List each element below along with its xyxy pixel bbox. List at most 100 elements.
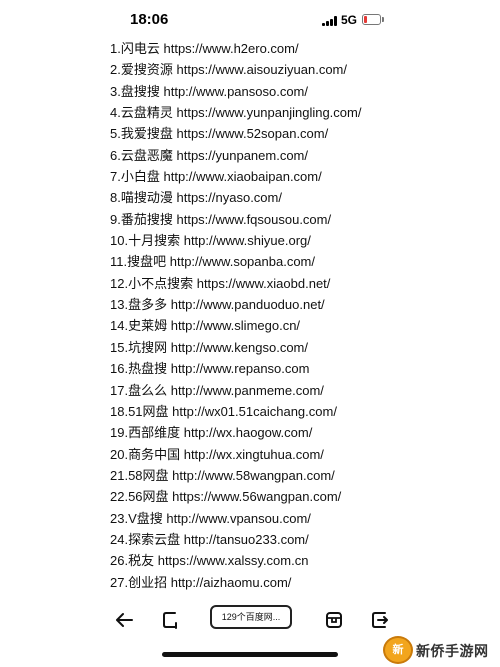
list-item: 6.云盘恶魔 https://yunpanem.com/ [110,145,361,166]
site-name: 税友 [128,553,155,569]
list-item: 5.我爱搜盘 https://www.52sopan.com/ [110,123,361,144]
site-name: 搜盘吧 [127,254,167,270]
watermark: 新 新侨手游网 [383,636,500,664]
status-bar: 18:06 5G [0,0,500,40]
site-name: 我爱搜盘 [120,126,173,142]
item-number: 11. [110,254,128,270]
list-item: 21.58网盘 http://www.58wangpan.com/ [110,465,361,486]
site-url: https://yunpanem.com/ [176,147,308,163]
site-name: 盘搜搜 [120,83,160,99]
item-number: 4. [110,105,121,121]
list-item: 18.51网盘 http://wx01.51caichang.com/ [110,401,361,422]
site-url: http://www.pansoso.com/ [163,83,308,99]
list-item: 13.盘多多 http://www.panduoduo.net/ [110,294,361,315]
arrow-left-icon [116,613,133,627]
item-number: 19. [110,425,129,441]
site-url: https://www.aisouziyuan.com/ [176,62,348,78]
site-url: http://wx.haogow.com/ [183,425,313,441]
list-item: 20.商务中国 http://wx.xingtuhua.com/ [110,444,361,465]
list-item: 24.探索云盘 http://tansuo233.com/ [110,529,361,550]
site-name: 热盘搜 [128,361,168,377]
site-url: http://www.repanso.com [170,361,310,377]
list-item: 4.云盘精灵 https://www.yunpanjingling.com/ [110,102,361,123]
watermark-logo: 新 [383,636,413,664]
site-name: 爱搜资源 [120,62,173,78]
site-url: http://www.panmeme.com/ [170,382,324,398]
item-number: 16. [110,361,129,377]
item-number: 20. [110,446,129,462]
share-icon [372,612,388,628]
list-item: 11.搜盘吧 http://www.sopanba.com/ [110,251,361,272]
site-url: http://tansuo233.com/ [183,531,309,547]
site-name: 坑搜网 [128,339,168,355]
list-item: 19.西部维度 http://wx.haogow.com/ [110,422,361,443]
site-name: 小白盘 [120,169,160,185]
item-number: 5. [110,126,121,142]
item-number: 7. [110,169,121,185]
site-list: 1.闪电云 https://www.h2ero.com/2.爱搜资源 https… [110,38,361,593]
share-button[interactable] [366,606,394,634]
site-url: http://wx01.51caichang.com/ [172,403,337,419]
list-item: 2.爱搜资源 https://www.aisouziyuan.com/ [110,59,361,80]
network-type: 5G [341,13,358,27]
item-number: 22. [110,489,129,505]
list-item: 8.喵搜动漫 https://nyaso.com/ [110,187,361,208]
site-url: https://www.56wangpan.com/ [172,489,342,505]
site-name: 51网盘 [128,403,169,419]
list-item: 16.热盘搜 http://www.repanso.com [110,358,361,379]
site-name: 喵搜动漫 [120,190,173,206]
site-name: 探索云盘 [128,531,181,547]
site-url: http://www.shiyue.org/ [183,233,311,249]
item-number: 15. [110,339,129,355]
box-button[interactable] [320,606,348,634]
site-name: 十月搜索 [128,233,181,249]
item-number: 18. [110,403,129,419]
item-number: 6. [110,147,121,163]
watermark-text: 新侨手游网 [416,644,489,660]
list-item: 14.史莱姆 http://www.slimego.cn/ [110,315,361,336]
list-item: 26.税友 https://www.xalssy.com.cn [110,550,361,571]
item-number: 14. [110,318,129,334]
item-number: 21. [110,467,129,483]
list-item: 15.坑搜网 http://www.kengso.com/ [110,337,361,358]
list-item: 27.创业招 http://aizhaomu.com/ [110,572,361,593]
site-url: https://www.52sopan.com/ [176,126,329,142]
site-name: 番茄搜搜 [120,211,173,227]
site-name: 58网盘 [128,467,169,483]
item-number: 2. [110,62,121,78]
site-url: https://www.xiaobd.net/ [196,275,331,291]
site-name: 商务中国 [128,446,181,462]
item-number: 17. [110,382,129,398]
site-name: 56网盘 [128,489,169,505]
item-number: 26. [110,553,129,569]
item-number: 3. [110,83,121,99]
list-item: 1.闪电云 https://www.h2ero.com/ [110,38,361,59]
site-name: 史莱姆 [128,318,168,334]
item-number: 9. [110,211,121,227]
site-url: http://www.58wangpan.com/ [172,467,335,483]
site-url: http://aizhaomu.com/ [170,574,292,590]
site-name: V盘搜 [128,510,163,526]
crop-button[interactable] [157,606,185,634]
site-url: http://www.xiaobaipan.com/ [163,169,322,185]
site-url: https://nyaso.com/ [176,190,282,206]
site-name: 创业招 [128,574,168,590]
site-url: https://www.xalssy.com.cn [157,553,309,569]
tabs-button[interactable]: 129个百度网... [210,605,292,629]
item-number: 24. [110,531,129,547]
crop-icon [163,612,177,629]
browser-toolbar: 129个百度网... [0,600,500,640]
back-button[interactable] [110,606,138,634]
item-number: 1. [110,41,121,56]
home-indicator[interactable] [162,652,338,657]
site-url: https://www.yunpanjingling.com/ [176,105,362,121]
list-item: 3.盘搜搜 http://www.pansoso.com/ [110,81,361,102]
item-number: 12. [110,275,129,291]
item-number: 10. [110,233,129,249]
battery-icon [362,14,384,25]
site-url: http://www.vpansou.com/ [166,510,311,526]
site-url: http://www.panduoduo.net/ [170,297,325,313]
battery-level [364,16,367,23]
signal-icon [322,16,338,26]
list-item: 23.V盘搜 http://www.vpansou.com/ [110,508,361,529]
